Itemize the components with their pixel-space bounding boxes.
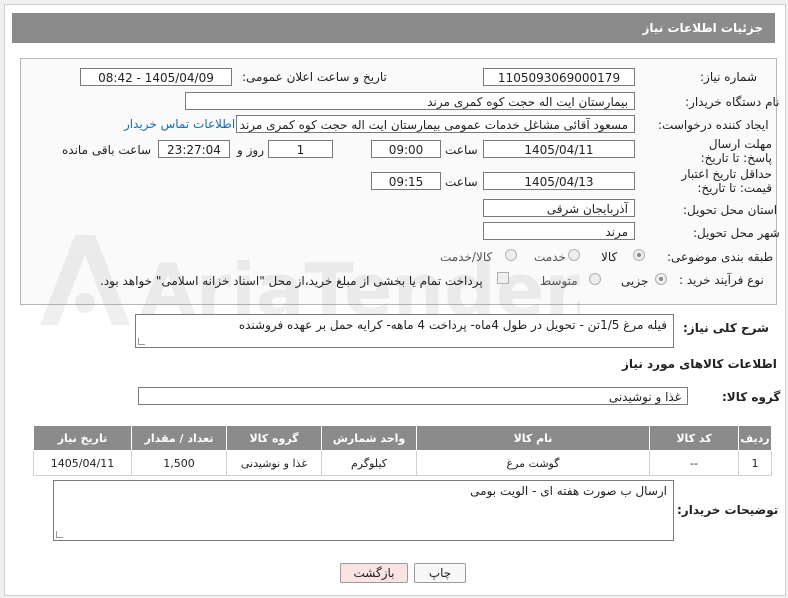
cell-unit: کیلوگرم — [321, 450, 417, 476]
cell-quantity: 1,500 — [131, 450, 227, 476]
resize-grip-icon[interactable] — [56, 531, 63, 538]
process-radio-minor[interactable] — [655, 273, 667, 285]
goods-table: ردیف کد کالا نام کالا واحد شمارش گروه کا… — [33, 425, 772, 476]
need-number-label: شماره نیاز: — [700, 70, 757, 84]
contact-info-link[interactable]: اطلاعات تماس خریدار — [124, 117, 235, 131]
reply-time-field[interactable]: 09:00 — [371, 140, 441, 158]
col-header-group: گروه کالا — [226, 425, 322, 451]
print-button[interactable]: چاپ — [414, 563, 466, 583]
buyer-org-field[interactable]: بیمارستان ایت اله حجت کوه کمری مرند — [185, 92, 635, 110]
process-option-medium: متوسط — [540, 274, 578, 288]
category-radio-both[interactable] — [505, 249, 517, 261]
goods-section-title: اطلاعات کالاهای مورد نیاز — [622, 357, 777, 371]
reply-date-field[interactable]: 1405/04/11 — [483, 140, 635, 158]
category-label: طبقه بندی موضوعی: — [667, 250, 774, 264]
buyer-org-label: نام دستگاه خریدار: — [685, 95, 780, 109]
description-label: شرح کلی نیاز: — [683, 321, 769, 335]
announce-label: تاریخ و ساعت اعلان عمومی: — [242, 70, 387, 84]
col-header-unit: واحد شمارش — [321, 425, 417, 451]
buyer-notes-textarea[interactable]: ارسال ب صورت هفته ای - الویت بومی — [53, 480, 674, 541]
reply-deadline-label: مهلت ارسال پاسخ: تا تاریخ: — [700, 137, 772, 165]
creator-label: ایجاد کننده درخواست: — [658, 118, 769, 132]
province-field[interactable]: آذربایجان شرقی — [483, 199, 635, 217]
cell-row-number: 1 — [738, 450, 772, 476]
price-date-field[interactable]: 1405/04/13 — [483, 172, 635, 190]
process-label: نوع فرآیند خرید : — [679, 273, 764, 287]
category-radio-service[interactable] — [568, 249, 580, 261]
province-label: استان محل تحویل: — [683, 203, 778, 217]
goods-table-header: ردیف کد کالا نام کالا واحد شمارش گروه کا… — [33, 425, 772, 451]
col-header-name: نام کالا — [416, 425, 650, 451]
resize-grip-icon[interactable] — [138, 338, 145, 345]
back-button[interactable]: بازگشت — [340, 563, 408, 583]
announce-field[interactable]: 1405/04/09 - 08:42 — [80, 68, 232, 86]
description-textarea[interactable]: فیله مرغ 1/5تن - تحویل در طول 4ماه- پردا… — [135, 314, 674, 348]
cell-group: غذا و نوشیدنی — [226, 450, 322, 476]
goods-group-field[interactable]: غذا و نوشیدنی — [138, 387, 688, 405]
col-header-row: ردیف — [738, 425, 772, 451]
cell-name: گوشت مرغ — [416, 450, 650, 476]
reply-time-label: ساعت — [445, 143, 478, 157]
cell-date: 1405/04/11 — [33, 450, 132, 476]
col-header-code: کد کالا — [649, 425, 739, 451]
price-time-label: ساعت — [445, 175, 478, 189]
city-field[interactable]: مرند — [483, 222, 635, 240]
category-option-both: کالا/خدمت — [440, 250, 493, 264]
creator-field[interactable]: مسعود آقائی مشاغل خدمات عمومی بیمارستان … — [236, 115, 635, 133]
category-option-service: خدمت — [534, 250, 566, 264]
buyer-notes-label: توضیحات خریدار: — [677, 503, 779, 517]
process-option-minor: جزیی — [621, 274, 649, 288]
table-row[interactable]: 1 -- گوشت مرغ کیلوگرم غذا و نوشیدنی 1,50… — [33, 450, 772, 476]
days-field[interactable]: 1 — [268, 140, 333, 158]
category-radio-goods[interactable] — [633, 249, 645, 261]
process-radio-medium[interactable] — [589, 273, 601, 285]
col-header-date: تاریخ نیاز — [33, 425, 132, 451]
remaining-label: ساعت باقی مانده — [62, 143, 152, 157]
goods-group-label: گروه کالا: — [722, 390, 781, 404]
price-time-field[interactable]: 09:15 — [371, 172, 441, 190]
col-header-quantity: تعداد / مقدار — [131, 425, 227, 451]
city-label: شهر محل تحویل: — [693, 226, 780, 240]
treasury-payment-checkbox[interactable] — [497, 272, 509, 284]
page-title: جزئیات اطلاعات نیاز — [12, 13, 775, 43]
remaining-time-field[interactable]: 23:27:04 — [158, 140, 230, 158]
days-label: روز و — [237, 143, 264, 157]
description-text: فیله مرغ 1/5تن - تحویل در طول 4ماه- پردا… — [238, 318, 667, 332]
category-option-goods: کالا — [601, 250, 618, 264]
need-number-field[interactable]: 1105093069000179 — [483, 68, 635, 86]
treasury-payment-note: پرداخت تمام یا بخشی از مبلغ خرید،از محل … — [100, 274, 483, 288]
price-deadline-label: حداقل تاریخ اعتبار قیمت: تا تاریخ: — [681, 167, 772, 195]
buyer-notes-text: ارسال ب صورت هفته ای - الویت بومی — [470, 484, 667, 498]
cell-code: -- — [649, 450, 739, 476]
